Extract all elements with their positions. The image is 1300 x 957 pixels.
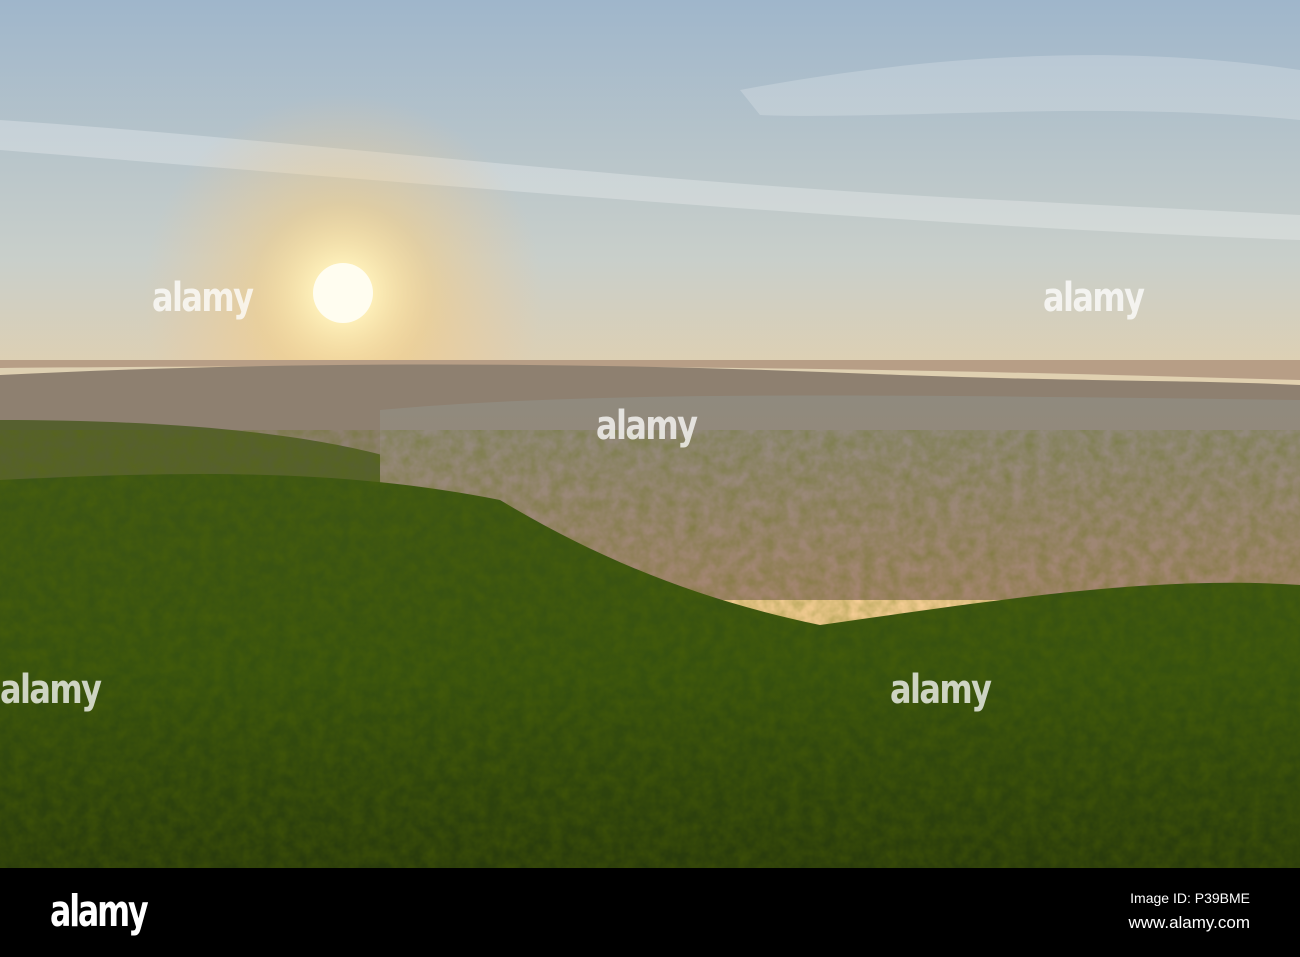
watermark: alamy xyxy=(0,667,102,713)
alamy-logo: alamy xyxy=(50,886,149,937)
watermark: alamy xyxy=(890,667,992,713)
watermark: alamy xyxy=(152,275,254,321)
watermark: alamy xyxy=(1043,275,1145,321)
image-id: Image ID: P39BME xyxy=(1130,890,1250,906)
watermark: alamy xyxy=(596,403,698,449)
footer-bar: alamy Image ID: P39BME www.alamy.com xyxy=(0,868,1300,957)
site-url: www.alamy.com xyxy=(1128,913,1250,932)
landscape-photo: alamy alamy alamy alamy alamy xyxy=(0,0,1300,868)
